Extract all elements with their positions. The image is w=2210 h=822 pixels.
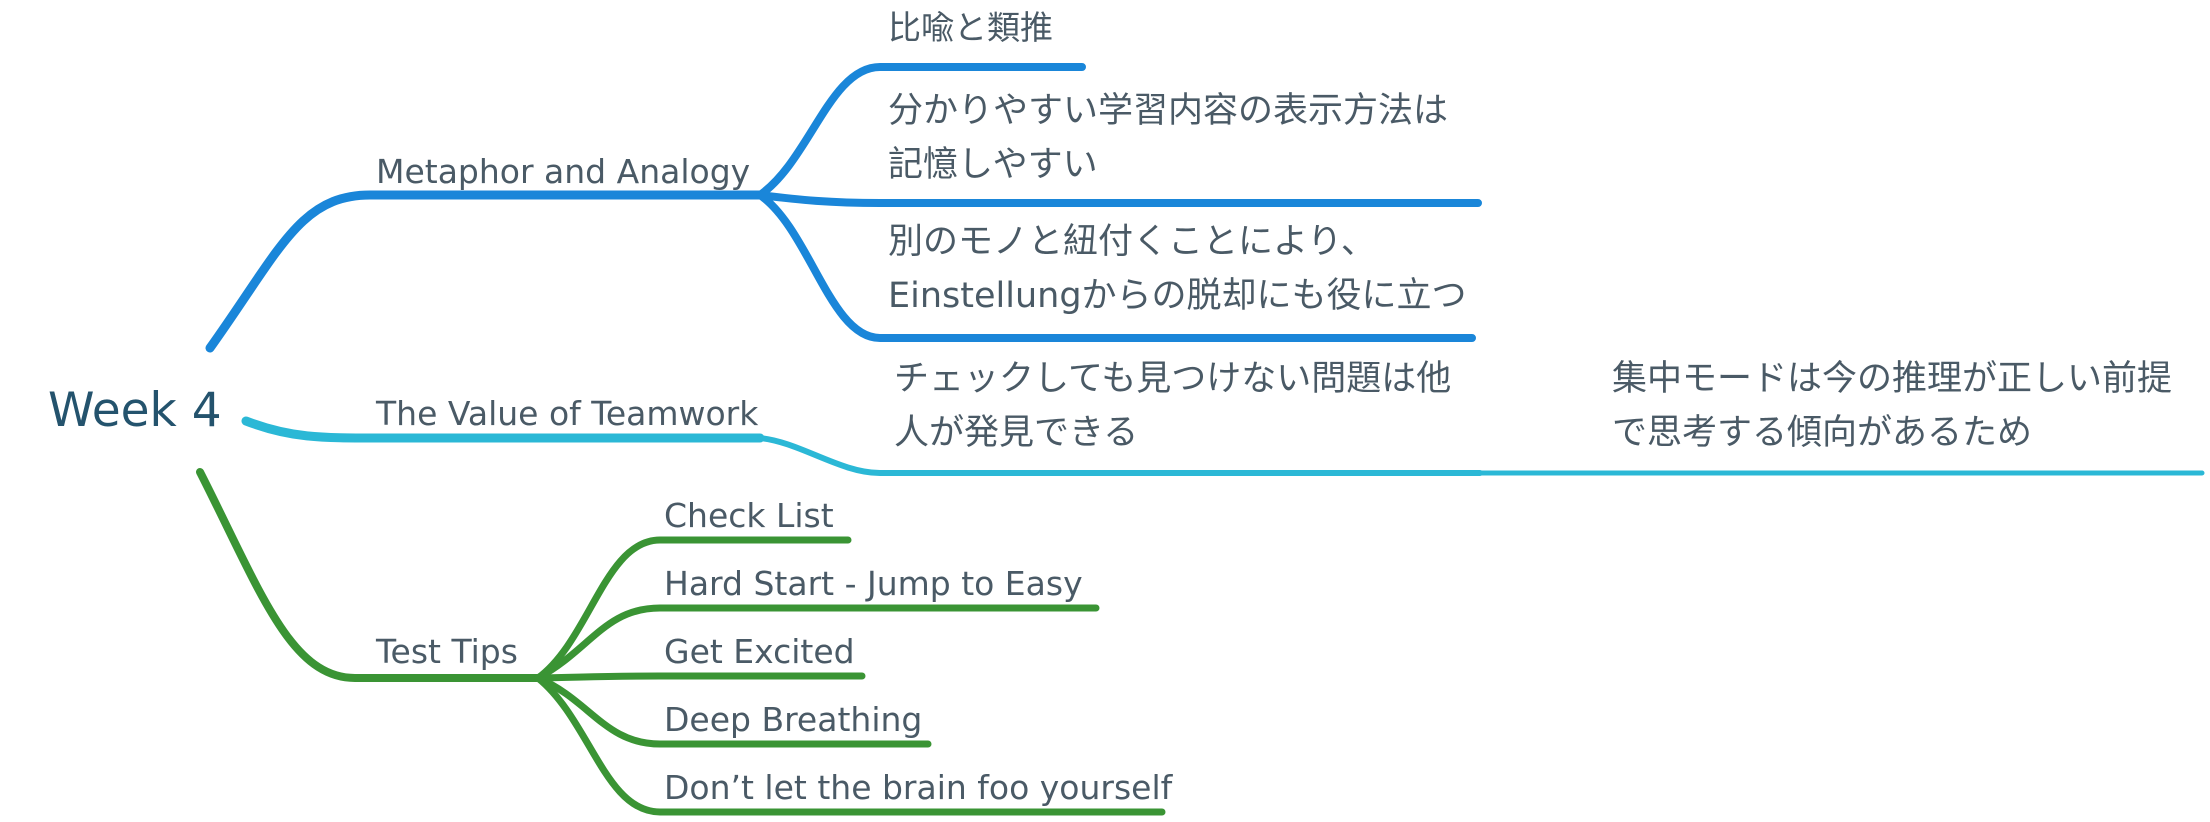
mind-map-canvas: Week 4 Metaphor and Analogy 比喩と類推 分かりやすい… xyxy=(0,0,2210,822)
connector-root-metaphor xyxy=(205,190,765,353)
metaphor-child-2-line-2: Einstellungからの脱却にも役に立つ xyxy=(888,276,1467,316)
teamwork-child-line-2: 人が発見できる xyxy=(894,413,1139,453)
branch-teamwork-label[interactable]: The Value of Teamwork xyxy=(376,394,758,434)
testtips-child-4-label[interactable]: Don’t let the brain foo yourself xyxy=(664,768,1172,808)
teamwork-child-label[interactable]: チェックしても見つけない問題は他 人が発見できる xyxy=(894,352,1451,460)
branch-metaphor-label[interactable]: Metaphor and Analogy xyxy=(376,152,750,192)
branch-testtips-label[interactable]: Test Tips xyxy=(376,632,518,672)
metaphor-child-1-line-1: 分かりやすい学習内容の表示方法は xyxy=(888,91,1449,131)
testtips-child-1-label[interactable]: Hard Start - Jump to Easy xyxy=(664,564,1083,604)
metaphor-child-2-label[interactable]: 別のモノと紐付くことにより、 Einstellungからの脱却にも役に立つ xyxy=(888,215,1467,323)
teamwork-child-line-1: チェックしても見つけない問題は他 xyxy=(894,359,1452,399)
teamwork-grandchild-label[interactable]: 集中モードは今の推理が正しい前提 で思考する傾向があるため xyxy=(1612,352,2172,460)
testtips-child-2-label[interactable]: Get Excited xyxy=(664,632,855,672)
metaphor-child-2-line-1: 別のモノと紐付くことにより、 xyxy=(888,222,1376,262)
testtips-child-3-label[interactable]: Deep Breathing xyxy=(664,700,922,740)
testtips-child-0-label[interactable]: Check List xyxy=(664,496,834,536)
connector-metaphor-child-1 xyxy=(756,191,1482,207)
metaphor-child-1-label[interactable]: 分かりやすい学習内容の表示方法は 記憶しやすい xyxy=(888,84,1448,192)
root-node-title[interactable]: Week 4 xyxy=(48,383,222,439)
connector-testtips-child-2 xyxy=(534,672,866,682)
teamwork-grandchild-line-1: 集中モードは今の推理が正しい前提 xyxy=(1612,359,2173,399)
metaphor-child-0-label[interactable]: 比喩と類推 xyxy=(888,8,1053,48)
teamwork-grandchild-line-2: で思考する傾向があるため xyxy=(1612,413,2033,453)
metaphor-child-1-line-2: 記憶しやすい xyxy=(888,145,1098,185)
